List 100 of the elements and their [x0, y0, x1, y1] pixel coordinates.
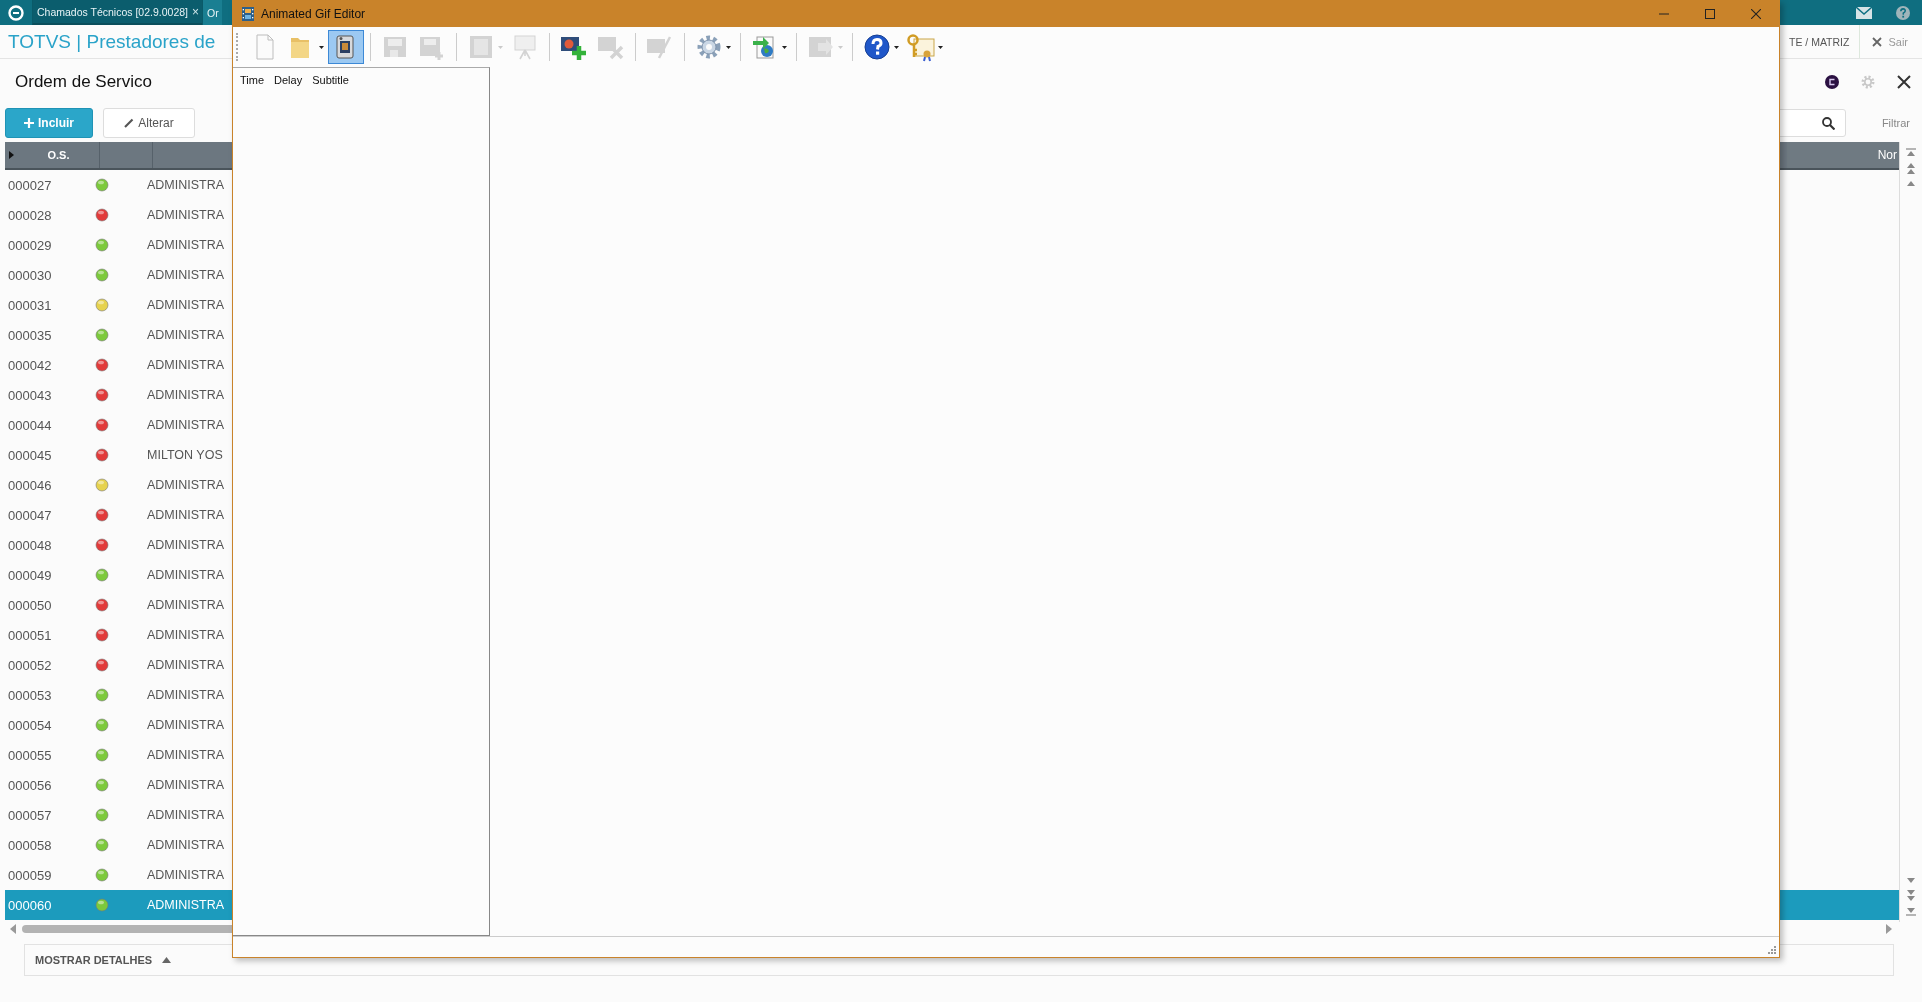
table-cell: ADMINISTRA: [147, 418, 225, 432]
table-row[interactable]: 000051 ADMINISTRA: [5, 620, 1899, 650]
expand-icon[interactable]: [9, 151, 14, 159]
table-cell: ADMINISTRA: [147, 778, 225, 792]
table-row[interactable]: 000057 ADMINISTRA: [5, 800, 1899, 830]
table-cell-text: 000027: [7, 177, 53, 193]
column-header[interactable]: Delay: [274, 74, 303, 86]
table-row[interactable]: 000058 ADMINISTRA: [5, 830, 1899, 860]
table-cell-text: 000052: [7, 657, 53, 673]
column-header[interactable]: Subtitle: [312, 74, 349, 86]
table-row[interactable]: 000050 ADMINISTRA: [5, 590, 1899, 620]
table-row[interactable]: 000047 ADMINISTRA: [5, 500, 1899, 530]
table-row[interactable]: 000035 ADMINISTRA: [5, 320, 1899, 350]
table-cell-text: 000028: [7, 207, 53, 223]
caret-icon: [894, 45, 899, 49]
search-icon[interactable]: [1821, 116, 1835, 130]
scroll-down-icon[interactable]: [1906, 878, 1916, 884]
table-cell: MILTON YOS: [147, 448, 223, 462]
table-row[interactable]: 000049 ADMINISTRA: [5, 560, 1899, 590]
scroll-bottom-icon[interactable]: [1906, 908, 1916, 916]
app-tab[interactable]: Chamados Técnicos [02.9.0028] ×: [32, 0, 202, 25]
caret-icon: [726, 45, 731, 49]
table-row[interactable]: 000053 ADMINISTRA: [5, 680, 1899, 710]
close-icon[interactable]: [1751, 9, 1761, 19]
window-title: Animated Gif Editor: [261, 7, 366, 21]
column-header[interactable]: O.S.: [18, 142, 100, 168]
mail-icon[interactable]: [1856, 6, 1872, 19]
caret-icon: [319, 45, 324, 49]
table-row[interactable]: 000045 MILTON YOS: [5, 440, 1899, 470]
table-row[interactable]: 000054 ADMINISTRA: [5, 710, 1899, 740]
maximize-icon[interactable]: [1705, 9, 1715, 19]
table-cell: ADMINISTRA: [147, 358, 225, 372]
filter-link[interactable]: Filtrar: [1855, 117, 1922, 129]
logo-icon: [8, 4, 24, 21]
table-row[interactable]: 000048 ADMINISTRA: [5, 530, 1899, 560]
table-row[interactable]: 000030 ADMINISTRA: [5, 260, 1899, 290]
table-cell-text: 000050: [7, 597, 53, 613]
table-cell: ADMINISTRA: [147, 178, 225, 192]
table-cell: ADMINISTRA: [147, 628, 225, 642]
column-header[interactable]: Time: [240, 74, 265, 86]
scroll-left-icon[interactable]: [10, 924, 16, 934]
scroll-up-icon[interactable]: [1906, 180, 1916, 186]
page-down-icon[interactable]: [1906, 890, 1916, 902]
table-cell-text: 000057: [7, 807, 53, 823]
table-cell: ADMINISTRA: [147, 808, 225, 822]
app-tab[interactable]: Or: [202, 0, 222, 25]
resize-grip-icon[interactable]: [1767, 945, 1776, 954]
scroll-top-icon[interactable]: [1906, 148, 1916, 156]
page-title: Ordem de Servico: [14, 71, 152, 92]
company-label: TE / MATRIZ: [1788, 35, 1851, 48]
table-cell-text: 000048: [7, 537, 53, 553]
table-cell-text: 000046: [7, 477, 53, 493]
caret-icon: [838, 45, 843, 49]
table-cell: ADMINISTRA: [147, 268, 225, 282]
user-avatar-icon[interactable]: [1825, 74, 1839, 89]
caret-icon: [938, 45, 943, 49]
table-cell-text: 000045: [7, 447, 53, 463]
table-row[interactable]: 000029 ADMINISTRA: [5, 230, 1899, 260]
pencil-icon: [124, 118, 135, 128]
table-cell: ADMINISTRA: [147, 538, 225, 552]
table-row[interactable]: 000027 ADMINISTRA: [5, 170, 1899, 200]
table-row[interactable]: 000028 ADMINISTRA: [5, 200, 1899, 230]
table-row[interactable]: 000042 ADMINISTRA: [5, 350, 1899, 380]
table-cell: ADMINISTRA: [147, 598, 225, 612]
table-row[interactable]: 000031 ADMINISTRA: [5, 290, 1899, 320]
table-cell-text: 000042: [7, 357, 53, 373]
close-icon[interactable]: [1897, 74, 1911, 89]
page-up-icon[interactable]: [1906, 162, 1916, 174]
help-icon[interactable]: [1896, 5, 1910, 20]
table-row[interactable]: 000059 ADMINISTRA: [5, 860, 1899, 890]
table-row[interactable]: 000052 ADMINISTRA: [5, 650, 1899, 680]
caret-icon: [498, 45, 503, 49]
brand-title: TOTVS | Prestadores de: [7, 30, 216, 53]
caret-icon: [162, 957, 172, 963]
table-cell: ADMINISTRA: [147, 658, 225, 672]
table-cell-text: 000043: [7, 387, 53, 403]
caret-icon: [782, 45, 787, 49]
table-row[interactable]: 000044 ADMINISTRA: [5, 410, 1899, 440]
tab-close-button[interactable]: ×: [192, 4, 199, 19]
toolbar-button[interactable]: [328, 30, 364, 64]
table-cell-text: 000056: [7, 777, 53, 793]
film-icon: [242, 7, 254, 21]
table-cell: ADMINISTRA: [147, 208, 225, 222]
help-icon: [862, 32, 892, 62]
table-row[interactable]: 000043 ADMINISTRA: [5, 380, 1899, 410]
table-row[interactable]: 000055 ADMINISTRA: [5, 740, 1899, 770]
table-row[interactable]: 000046 ADMINISTRA: [5, 470, 1899, 500]
table-cell-text: 000059: [7, 867, 53, 883]
edit-button[interactable]: Alterar: [103, 108, 195, 138]
table-row[interactable]: 000056 ADMINISTRA: [5, 770, 1899, 800]
scroll-right-icon[interactable]: [1886, 924, 1892, 934]
table-cell-text: 000030: [7, 267, 53, 283]
table-cell-text: 000035: [7, 327, 53, 343]
table-cell: ADMINISTRA: [147, 688, 225, 702]
table-cell: ADMINISTRA: [147, 238, 225, 252]
table-cell-text: 000031: [7, 297, 53, 313]
plus-icon: [24, 118, 34, 128]
table-cell-text: 000055: [7, 747, 53, 763]
table-cell: ADMINISTRA: [147, 478, 225, 492]
table-cell: ADMINISTRA: [147, 508, 225, 522]
